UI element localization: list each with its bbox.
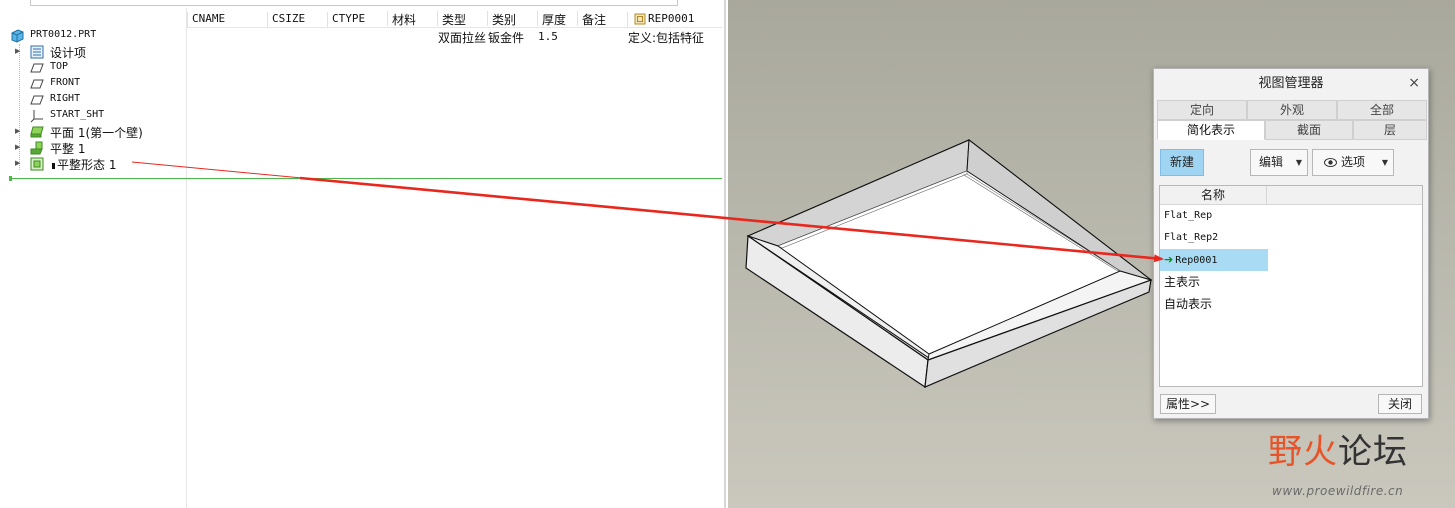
suppressed-marker-icon xyxy=(52,162,55,169)
tree-node-top[interactable]: TOP xyxy=(0,60,186,76)
list-item[interactable]: 主表示 xyxy=(1160,271,1268,293)
edit-dropdown-button[interactable]: 编辑 ▼ xyxy=(1250,149,1308,176)
list-item[interactable]: Flat_Rep2 xyxy=(1160,227,1268,249)
datum-plane-icon xyxy=(30,63,44,73)
column-header-cname[interactable]: CNAME xyxy=(187,12,267,27)
datum-plane-icon xyxy=(30,79,44,89)
tab-appearance[interactable]: 外观 xyxy=(1247,100,1337,120)
list-item-active[interactable]: ➔ Rep0001 xyxy=(1160,249,1268,271)
expand-arrow-icon[interactable]: ▶ xyxy=(15,143,20,151)
tree-node-right[interactable]: RIGHT xyxy=(0,92,186,108)
tree-node-root-part[interactable]: PRT0012.PRT xyxy=(0,28,186,44)
options-label: 选项 xyxy=(1341,155,1366,169)
datum-plane-icon xyxy=(30,95,44,105)
simplified-rep-list[interactable]: 名称 Flat_Rep Flat_Rep2 ➔ Rep0001 主表示 自动表示 xyxy=(1159,185,1423,387)
options-dropdown-button[interactable]: 选项 ▼ xyxy=(1312,149,1394,176)
tab-all[interactable]: 全部 xyxy=(1337,100,1427,120)
tree-node-label: FRONT xyxy=(50,77,81,88)
tree-node-label: 平整形态 1 xyxy=(52,156,116,173)
column-header-thickness[interactable]: 厚度 xyxy=(537,11,577,27)
column-header-ctype[interactable]: CTYPE xyxy=(327,12,387,27)
header-rule xyxy=(186,27,722,28)
design-items-icon xyxy=(30,45,44,59)
insert-here-line[interactable] xyxy=(10,178,722,179)
simplified-rep-icon xyxy=(634,13,646,25)
tree-node-flat-wall[interactable]: ▶ 平整 1 xyxy=(0,140,186,156)
expand-arrow-icon[interactable]: ▶ xyxy=(15,159,20,167)
tree-node-start-sht[interactable]: START_SHT xyxy=(0,108,186,124)
watermark-logo: 野火论坛 xyxy=(1268,424,1408,473)
flat-pattern-icon xyxy=(30,157,44,171)
column-header-name[interactable]: 名称 xyxy=(1160,186,1267,205)
list-item-label: Rep0001 xyxy=(1175,255,1218,266)
insert-here-marker xyxy=(9,176,12,181)
flat-wall-icon xyxy=(30,141,43,155)
tree-node-label: TOP xyxy=(50,61,69,72)
tree-node-label: RIGHT xyxy=(50,93,81,104)
tree-node-label: 平整 1 xyxy=(50,142,86,156)
new-button[interactable]: 新建 xyxy=(1160,149,1204,176)
watermark-url: www.proewildfire.cn xyxy=(1272,484,1404,498)
list-item[interactable]: Flat_Rep xyxy=(1160,205,1268,227)
column-header-rep0001[interactable]: REP0001 xyxy=(627,12,722,27)
cell-category-value: 钣金件 xyxy=(488,31,525,45)
watermark-logo-left: 野火 xyxy=(1268,432,1338,472)
column-header-material[interactable]: 材料 xyxy=(387,11,437,27)
tree-node-front[interactable]: FRONT xyxy=(0,76,186,92)
tree-filter-input[interactable] xyxy=(30,0,678,6)
cell-type-value: 双面拉丝 xyxy=(438,31,487,45)
column-header-csize[interactable]: CSIZE xyxy=(267,12,327,27)
edit-label: 编辑 xyxy=(1259,155,1284,169)
rep-column-label: REP0001 xyxy=(648,12,695,25)
tree-node-label: START_SHT xyxy=(50,109,105,120)
tree-node-design-items[interactable]: ▶ 设计项 xyxy=(0,44,186,60)
active-arrow-icon: ➔ xyxy=(1164,253,1174,266)
tree-node-label: 平面 1(第一个壁) xyxy=(50,126,143,140)
dialog-title: 视图管理器 xyxy=(1258,76,1324,91)
planar-wall-icon xyxy=(30,126,44,138)
tab-orient[interactable]: 定向 xyxy=(1157,100,1247,120)
part-icon xyxy=(11,29,24,43)
tab-layers[interactable]: 层 xyxy=(1353,120,1427,140)
properties-button[interactable]: 属性>> xyxy=(1160,394,1216,414)
watermark-logo-right: 论坛 xyxy=(1338,432,1408,472)
tree-node-planar-wall[interactable]: ▶ 平面 1(第一个壁) xyxy=(0,124,186,140)
tab-simplified-rep[interactable]: 简化表示 xyxy=(1157,120,1265,140)
view-manager-dialog: 视图管理器 × 定向 外观 全部 简化表示 截面 层 新建 编辑 ▼ 选项 ▼ … xyxy=(1153,68,1429,419)
column-header-type[interactable]: 类型 xyxy=(437,11,487,27)
cell-rep-value: 定义:包括特征 xyxy=(628,31,705,45)
eye-icon xyxy=(1324,158,1337,167)
cell-thickness-value: 1.5 xyxy=(538,30,558,43)
column-header-notes[interactable]: 备注 xyxy=(577,11,627,27)
expand-arrow-icon[interactable]: ▶ xyxy=(15,127,20,135)
tree-node-label: 设计项 xyxy=(50,46,87,60)
list-item[interactable]: 自动表示 xyxy=(1160,293,1268,315)
column-header-category[interactable]: 类别 xyxy=(487,11,537,27)
close-button[interactable]: 关闭 xyxy=(1378,394,1422,414)
tab-sections[interactable]: 截面 xyxy=(1265,120,1353,140)
tree-node-label: PRT0012.PRT xyxy=(30,29,97,40)
coordinate-system-icon xyxy=(30,110,43,123)
tree-node-flat-pattern[interactable]: ▶ 平整形态 1 xyxy=(0,156,186,172)
chevron-down-icon: ▼ xyxy=(1295,158,1302,167)
expand-arrow-icon[interactable]: ▶ xyxy=(15,47,20,55)
close-icon[interactable]: × xyxy=(1408,75,1420,91)
model-tree-panel: CNAME CSIZE CTYPE 材料 类型 类别 厚度 备注 REP0001… xyxy=(0,0,726,508)
chevron-down-icon: ▼ xyxy=(1381,158,1388,167)
column-divider xyxy=(186,8,187,508)
list-header: 名称 xyxy=(1160,186,1422,205)
